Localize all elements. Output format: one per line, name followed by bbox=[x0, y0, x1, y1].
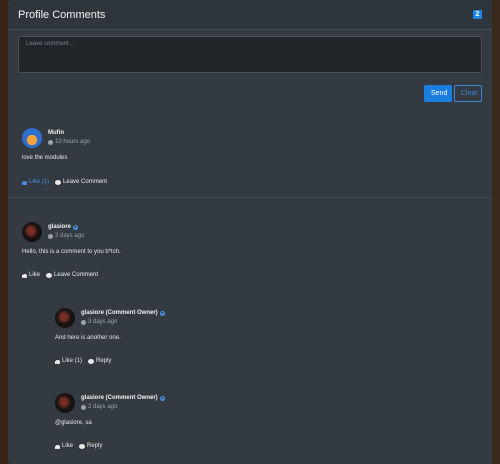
like-button[interactable]: Like (1) bbox=[55, 358, 82, 364]
thumbs-up-icon bbox=[55, 444, 60, 449]
verified-icon bbox=[73, 224, 79, 230]
comment-actions: Like (1) Leave Comment bbox=[22, 179, 107, 185]
comment-count-badge: 2 bbox=[473, 10, 482, 19]
like-label: Like (1) bbox=[62, 358, 83, 364]
reply-button[interactable]: Reply bbox=[79, 443, 102, 449]
comment-bubble-icon bbox=[79, 443, 86, 449]
comment-time-text: 10 hours ago bbox=[55, 139, 91, 145]
composer-actions: Send Clear bbox=[18, 85, 482, 102]
leave-comment-button[interactable]: Leave Comment bbox=[46, 272, 98, 278]
reply-time: 2 days ago bbox=[81, 404, 165, 410]
thumbs-up-icon bbox=[22, 273, 27, 278]
comment-author[interactable]: Mufin bbox=[48, 130, 90, 136]
leave-comment-button[interactable]: Leave Comment bbox=[55, 179, 107, 185]
panel-title: Profile Comments bbox=[18, 8, 106, 21]
avatar[interactable] bbox=[22, 222, 42, 242]
reply-text: And here is another one. bbox=[55, 335, 121, 341]
clock-icon bbox=[48, 139, 53, 145]
reply-meta: glasiore (Comment Owner) 3 days ago bbox=[81, 310, 165, 325]
comment-input[interactable] bbox=[18, 36, 482, 73]
like-button[interactable]: Like bbox=[22, 272, 40, 278]
comment-bubble-icon bbox=[46, 272, 53, 278]
like-label: Like bbox=[29, 272, 41, 278]
reply-author-name: glasiore (Comment Owner) bbox=[81, 395, 158, 401]
verified-icon bbox=[159, 310, 165, 316]
reply-label: Reply bbox=[96, 358, 112, 364]
send-button[interactable]: Send bbox=[424, 85, 452, 102]
reply-item: glasiore (Comment Owner) 3 days ago And … bbox=[55, 308, 475, 368]
reply-label: Reply bbox=[87, 443, 103, 449]
comment-time-text: 3 days ago bbox=[55, 233, 85, 239]
comment-composer: Send Clear bbox=[8, 30, 492, 102]
reply-actions: Like (1) Reply bbox=[55, 358, 111, 364]
avatar[interactable] bbox=[22, 128, 42, 148]
reply-author[interactable]: glasiore (Comment Owner) bbox=[81, 310, 165, 316]
comment-item: glasiore 3 days ago Hello, this is a com… bbox=[22, 222, 482, 282]
comment-item: Mufin 10 hours ago love the modules Like… bbox=[22, 128, 482, 193]
comment-meta: glasiore 3 days ago bbox=[48, 224, 84, 239]
comment-text: love the modules bbox=[22, 155, 68, 161]
reply-text: @glasiore, sa bbox=[55, 420, 92, 426]
clock-icon bbox=[81, 319, 86, 325]
verified-icon bbox=[159, 395, 165, 401]
avatar[interactable] bbox=[55, 393, 75, 413]
leave-comment-label: Leave Comment bbox=[54, 272, 99, 278]
comment-author-name: glasiore bbox=[48, 224, 72, 230]
reply-author-name: glasiore (Comment Owner) bbox=[81, 310, 158, 316]
reply-time-text: 3 days ago bbox=[88, 319, 118, 325]
comment-text: Hello, this is a comment to you b*tch. bbox=[22, 249, 121, 255]
thumbs-up-icon bbox=[22, 180, 27, 185]
profile-comments-panel: Profile Comments 2 Send Clear Mufin 10 h… bbox=[8, 0, 492, 464]
reply-meta: glasiore (Comment Owner) 2 days ago bbox=[81, 395, 165, 410]
reply-time-text: 2 days ago bbox=[88, 404, 118, 410]
like-button[interactable]: Like bbox=[55, 443, 73, 449]
comment-time: 10 hours ago bbox=[48, 139, 90, 145]
comment-actions: Like Leave Comment bbox=[22, 272, 98, 278]
avatar[interactable] bbox=[55, 308, 75, 328]
comment-meta: Mufin 10 hours ago bbox=[48, 130, 90, 145]
comment-bubble-icon bbox=[55, 179, 62, 185]
reply-actions: Like Reply bbox=[55, 443, 102, 449]
comment-author[interactable]: glasiore bbox=[48, 224, 84, 230]
comment-bubble-icon bbox=[88, 358, 95, 364]
clock-icon bbox=[48, 233, 53, 239]
comment-divider bbox=[8, 197, 492, 198]
panel-header: Profile Comments 2 bbox=[8, 0, 492, 30]
like-button[interactable]: Like (1) bbox=[22, 179, 49, 185]
like-label: Like (1) bbox=[29, 179, 50, 185]
reply-author[interactable]: glasiore (Comment Owner) bbox=[81, 395, 165, 401]
thumbs-up-icon bbox=[55, 359, 60, 364]
clock-icon bbox=[81, 404, 86, 410]
like-label: Like bbox=[62, 443, 74, 449]
clear-button[interactable]: Clear bbox=[454, 85, 482, 102]
reply-button[interactable]: Reply bbox=[88, 358, 111, 364]
leave-comment-label: Leave Comment bbox=[63, 179, 108, 185]
reply-item: glasiore (Comment Owner) 2 days ago @gla… bbox=[55, 393, 475, 453]
reply-time: 3 days ago bbox=[81, 319, 165, 325]
comment-time: 3 days ago bbox=[48, 233, 84, 239]
